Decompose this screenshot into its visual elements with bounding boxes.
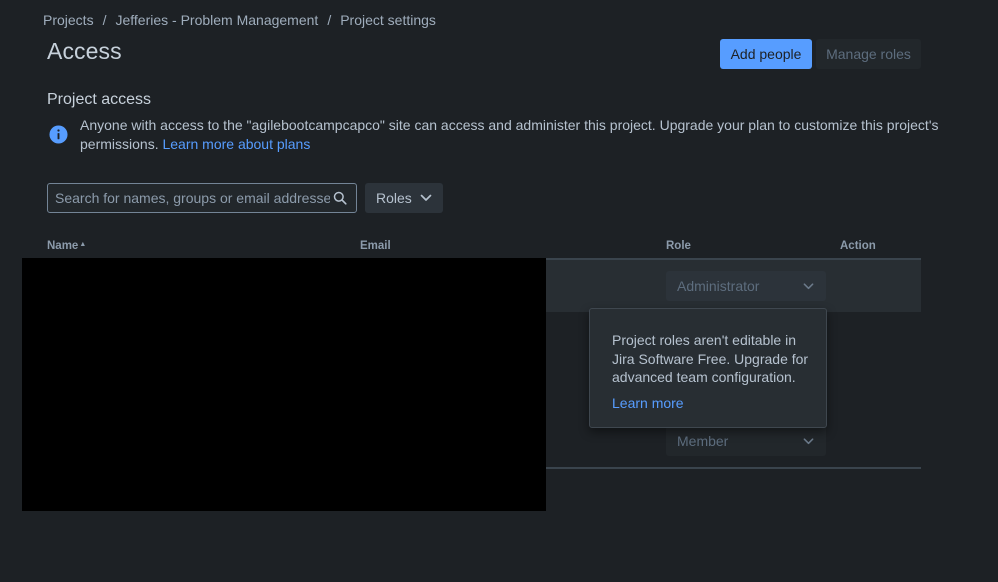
role-select-value: Administrator (677, 278, 760, 294)
column-header-action: Action (840, 240, 876, 252)
role-select-value: Member (677, 433, 729, 449)
chevron-down-icon (803, 283, 814, 290)
roles-filter-label: Roles (376, 190, 412, 206)
breadcrumb: Projects / Jefferies - Problem Managemen… (43, 11, 436, 29)
project-access-message: Anyone with access to the "agilebootcamp… (80, 116, 940, 153)
project-access-heading: Project access (47, 91, 152, 108)
roles-filter-button[interactable]: Roles (365, 183, 443, 213)
chevron-down-icon (803, 438, 814, 445)
role-select: Member (666, 426, 826, 456)
search-icon (333, 191, 347, 205)
chevron-down-icon (420, 194, 432, 201)
column-header-role: Role (666, 240, 691, 252)
column-header-email: Email (360, 240, 391, 252)
search-input[interactable] (55, 190, 330, 206)
access-settings-page: Projects / Jefferies - Problem Managemen… (0, 0, 998, 582)
manage-roles-button: Manage roles (816, 39, 921, 69)
column-header-name[interactable]: Name▲ (47, 240, 86, 252)
breadcrumb-project[interactable]: Jefferies - Problem Management (115, 12, 318, 28)
breadcrumb-projects[interactable]: Projects (43, 12, 94, 28)
breadcrumb-project-settings[interactable]: Project settings (340, 12, 436, 28)
column-header-name-label: Name (47, 240, 79, 252)
redacted-area (22, 258, 546, 511)
breadcrumb-separator: / (327, 12, 332, 28)
sort-ascending-icon: ▲ (79, 241, 87, 248)
role-upgrade-tooltip: Project roles aren't editable in Jira So… (589, 308, 827, 428)
learn-more-about-plans-link[interactable]: Learn more about plans (162, 136, 310, 152)
breadcrumb-separator: / (102, 12, 107, 28)
search-field[interactable] (47, 183, 357, 213)
page-title: Access (47, 38, 122, 64)
tooltip-learn-more-link[interactable]: Learn more (612, 395, 684, 411)
info-icon (49, 125, 68, 144)
tooltip-text: Project roles aren't editable in Jira So… (612, 332, 809, 385)
add-people-button[interactable]: Add people (720, 39, 812, 69)
role-select: Administrator (666, 271, 826, 301)
